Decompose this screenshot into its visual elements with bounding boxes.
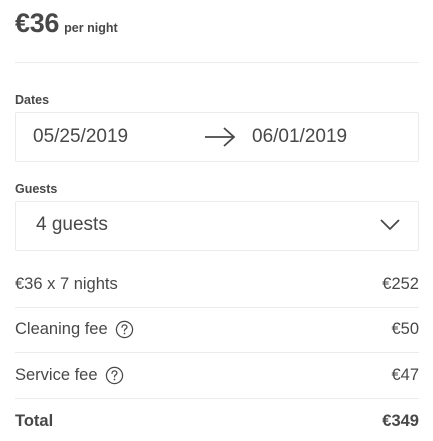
nights-amount: €252 [382,274,419,293]
price-per-night: €36 per night [15,8,118,39]
nights-row: €36 x 7 nights €252 [15,272,419,296]
guests-selector[interactable]: 4 guests [15,201,419,251]
row-divider [15,398,419,399]
cleaning-fee-label: Cleaning fee [15,319,108,338]
total-amount: €349 [382,411,419,430]
row-divider [15,352,419,353]
total-row: Total €349 [15,409,419,433]
check-in-date[interactable]: 05/25/2019 [33,126,128,148]
per-night-label: per night [64,21,118,35]
check-out-date[interactable]: 06/01/2019 [252,126,347,148]
nights-label: €36 x 7 nights [15,274,118,293]
guests-value: 4 guests [36,214,108,235]
service-fee-label: Service fee [15,365,98,384]
question-circle-icon[interactable] [105,366,124,385]
cleaning-fee-amount: €50 [391,319,419,338]
row-divider [15,307,419,308]
chevron-down-icon [380,219,400,231]
arrow-right-icon [205,127,236,147]
total-label: Total [15,411,54,430]
date-range-picker: 05/25/2019 06/01/2019 [15,112,419,162]
dates-label: Dates [15,93,50,107]
service-fee-amount: €47 [391,365,419,384]
guests-label: Guests [15,182,58,196]
nightly-price: €36 [15,8,60,38]
header-divider [15,62,419,63]
cleaning-fee-row: Cleaning fee €50 [15,317,419,341]
service-fee-row: Service fee €47 [15,363,419,387]
question-circle-icon[interactable] [115,320,134,339]
